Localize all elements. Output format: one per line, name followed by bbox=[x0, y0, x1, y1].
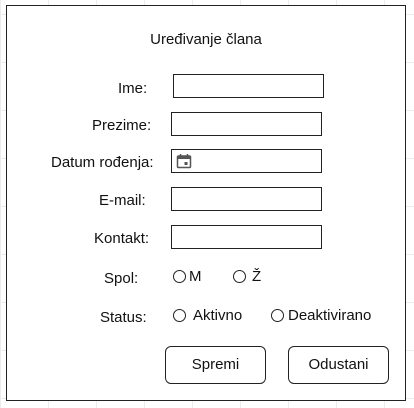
status-aktivno-radio[interactable] bbox=[173, 309, 186, 322]
status-deaktivirano-label[interactable]: Deaktivirano bbox=[288, 307, 371, 324]
status-aktivno-label[interactable]: Aktivno bbox=[193, 307, 242, 324]
spol-m-label[interactable]: M bbox=[189, 268, 202, 285]
ime-label: Ime: bbox=[118, 80, 148, 97]
status-label: Status: bbox=[100, 309, 147, 326]
prezime-label: Prezime: bbox=[92, 117, 152, 134]
save-button[interactable]: Spremi bbox=[165, 346, 266, 384]
email-label: E-mail: bbox=[99, 192, 146, 209]
spol-z-label[interactable]: Ž bbox=[252, 268, 261, 285]
calendar-icon[interactable] bbox=[176, 153, 192, 169]
email-input[interactable] bbox=[171, 187, 322, 211]
cancel-button[interactable]: Odustani bbox=[288, 346, 389, 384]
ime-input[interactable] bbox=[173, 74, 324, 98]
edit-member-dialog: Uređivanje člana Ime: Prezime: Datum rođ… bbox=[6, 5, 406, 401]
kontakt-label: Kontakt: bbox=[94, 230, 150, 247]
datum-rodenja-label: Datum rođenja: bbox=[51, 154, 154, 171]
spol-m-radio[interactable] bbox=[173, 270, 186, 283]
dialog-title: Uređivanje člana bbox=[150, 31, 262, 48]
status-deaktivirano-radio[interactable] bbox=[271, 309, 284, 322]
datum-rodenja-input[interactable] bbox=[171, 149, 322, 173]
kontakt-input[interactable] bbox=[171, 225, 322, 249]
spol-label: Spol: bbox=[104, 270, 139, 287]
spol-z-radio[interactable] bbox=[233, 270, 246, 283]
prezime-input[interactable] bbox=[171, 112, 322, 136]
